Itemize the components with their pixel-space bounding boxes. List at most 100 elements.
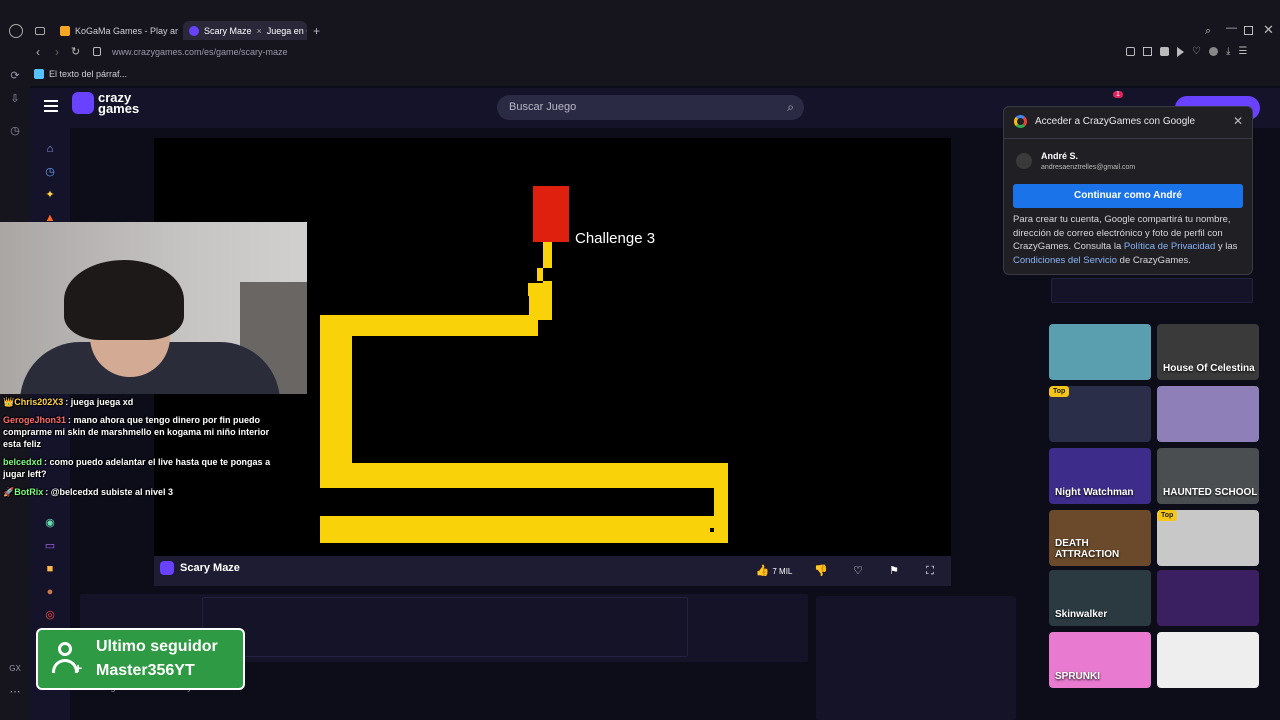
- game-thumbnail[interactable]: Skinwalker: [1049, 570, 1151, 626]
- target-icon[interactable]: ◎: [43, 608, 57, 622]
- search-input[interactable]: Buscar Juego ⌕: [497, 95, 804, 120]
- reload-icon[interactable]: ↻: [71, 45, 80, 58]
- maximize-icon[interactable]: [1244, 26, 1253, 35]
- tab-kogama[interactable]: KoGaMa Games - Play and: [54, 21, 178, 40]
- toolbar-extension-icons[interactable]: ♡ ⤓ ☰: [1126, 47, 1266, 58]
- heart-icon: ♡: [853, 565, 863, 577]
- chat-username: GerogeJhon31: [3, 415, 67, 425]
- game-thumbnail[interactable]: Top: [1157, 510, 1259, 566]
- search-icon[interactable]: ⌕: [787, 95, 794, 120]
- webcam-overlay: [0, 222, 307, 394]
- popup-close-icon[interactable]: ✕: [1233, 114, 1243, 128]
- bookmark-favicon-icon: [34, 69, 44, 79]
- report-button[interactable]: ⚑: [885, 562, 903, 580]
- continue-button[interactable]: Continuar como André: [1013, 184, 1243, 208]
- game-thumbnail[interactable]: [1157, 386, 1259, 442]
- tab-title: KoGaMa Games - Play and: [75, 25, 178, 36]
- thumbnail-label: Skinwalker: [1055, 609, 1108, 620]
- hamburger-menu-icon[interactable]: [44, 100, 58, 112]
- clock-icon[interactable]: ◷: [9, 125, 21, 137]
- follower-title: Ultimo seguidor: [96, 638, 218, 655]
- url-field[interactable]: www.crazygames.com/es/game/scary-maze: [112, 47, 288, 57]
- chat-text: juega juega xd: [70, 397, 134, 407]
- stream-chat: 👑Chris202X3: juega juega xd GerogeJhon31:…: [3, 396, 283, 504]
- close-window-icon[interactable]: ✕: [1263, 22, 1274, 38]
- game-thumbnail[interactable]: [1157, 570, 1259, 626]
- minimize-icon[interactable]: —: [1226, 22, 1237, 34]
- more-icon[interactable]: ⋯: [9, 686, 21, 698]
- account-avatar: [1016, 153, 1032, 169]
- thumbnail-label: Night Watchman: [1055, 487, 1134, 498]
- like-button[interactable]: 👍 7 MIL: [747, 562, 801, 580]
- favorite-button[interactable]: ♡: [849, 562, 867, 580]
- chat-username: Chris202X3: [14, 397, 64, 407]
- flag-icon: ⚑: [889, 565, 899, 577]
- bookmark-bar: [0, 64, 1280, 86]
- fullscreen-button[interactable]: ⛶: [921, 562, 939, 580]
- tab-overview-icon[interactable]: [35, 27, 45, 35]
- account-name: André S.: [1041, 151, 1079, 161]
- chat-message: 👑Chris202X3: juega juega xd: [3, 397, 134, 407]
- game-thumbnail[interactable]: [1049, 324, 1151, 380]
- thumbnail-label: DEATH ATTRACTION: [1055, 538, 1120, 560]
- like-count: 7 MIL: [772, 567, 793, 576]
- popup-body-text: de CrazyGames.: [1117, 254, 1191, 266]
- game-thumbnail[interactable]: SPRUNKI: [1049, 632, 1151, 688]
- terms-of-service-link[interactable]: Condiciones del Servicio: [1013, 255, 1117, 266]
- football-icon[interactable]: ●: [43, 585, 57, 599]
- controller-icon[interactable]: ▭: [43, 539, 57, 553]
- privacy-policy-link[interactable]: Política de Privacidad: [1124, 241, 1215, 252]
- crazygames-small-icon: [160, 561, 174, 575]
- history-icon[interactable]: ⟳: [9, 70, 21, 82]
- multiplayer-icon[interactable]: ◉: [43, 516, 57, 530]
- panel-settings-icon[interactable]: GX: [9, 663, 21, 675]
- cursor-dot: [710, 528, 714, 532]
- game-title: Scary Maze: [180, 562, 240, 574]
- game-thumbnail[interactable]: DEATH ATTRACTION: [1049, 510, 1151, 566]
- right-ad-slot: [1051, 278, 1253, 303]
- back-icon[interactable]: ‹: [36, 45, 40, 59]
- game-thumbnail[interactable]: [1157, 632, 1259, 688]
- new-games-icon[interactable]: ✦: [43, 188, 57, 202]
- ad-placeholder-right: [816, 596, 1016, 720]
- game-thumbnail[interactable]: House Of Celestina: [1157, 324, 1259, 380]
- top-badge: Top: [1049, 386, 1070, 397]
- thumbnail-label: HAUNTED SCHOOL: [1163, 487, 1258, 498]
- thumbnail-label: House Of Celestina: [1163, 363, 1255, 374]
- puzzle-icon[interactable]: ■: [43, 562, 57, 576]
- game-thumbnail[interactable]: HAUNTED SCHOOL: [1157, 448, 1259, 504]
- chat-username: belcedxd: [3, 457, 43, 467]
- lock-icon: [93, 47, 101, 56]
- forward-icon[interactable]: ›: [55, 45, 59, 59]
- bookmark-item[interactable]: El texto del párraf...: [34, 69, 127, 79]
- account-email: andresaenztrelles@gmail.com: [1041, 164, 1136, 171]
- tab-mute-icon[interactable]: ×: [257, 26, 262, 36]
- thumbs-up-icon: 👍: [755, 565, 770, 577]
- popup-title: Acceder a CrazyGames con Google: [1035, 116, 1196, 127]
- recent-icon[interactable]: ◷: [43, 165, 57, 179]
- chat-message: 🚀BotRix: @belcedxd subiste al nivel 3: [3, 487, 174, 497]
- chat-badge-icon: 👑: [3, 397, 15, 407]
- webcam-person-hair: [64, 260, 184, 340]
- downloads-icon[interactable]: ⇩: [9, 93, 21, 105]
- game-thumbnail[interactable]: Night Watchman: [1049, 448, 1151, 504]
- maze-path: [320, 242, 728, 543]
- home-icon[interactable]: ⌂: [43, 142, 57, 156]
- search-tabs-icon[interactable]: ⌕: [1205, 25, 1211, 38]
- dislike-button[interactable]: 👎: [812, 562, 830, 580]
- tab-scary-maze[interactable]: Scary Maze × Juega en C: [183, 21, 307, 40]
- chat-message: belcedxd: como puedo adelantar el live h…: [3, 457, 271, 479]
- popup-body: Para crear tu cuenta, Google compartirá …: [1013, 213, 1245, 267]
- top-badge: Top: [1157, 510, 1178, 521]
- crazygames-logo[interactable]: crazy games: [72, 91, 139, 115]
- last-follower-alert: + Ultimo seguidor Master356YT: [36, 628, 245, 690]
- chat-username: BotRix: [14, 487, 44, 497]
- browser-menu-icon[interactable]: [9, 24, 23, 38]
- maze-goal-block: [533, 186, 569, 242]
- new-tab-button[interactable]: +: [313, 24, 320, 38]
- notification-badge: 1: [1113, 91, 1123, 98]
- search-placeholder: Buscar Juego: [509, 101, 577, 113]
- popup-divider: [1004, 138, 1252, 139]
- game-thumbnail[interactable]: Top: [1049, 386, 1151, 442]
- game-bar: [154, 556, 951, 586]
